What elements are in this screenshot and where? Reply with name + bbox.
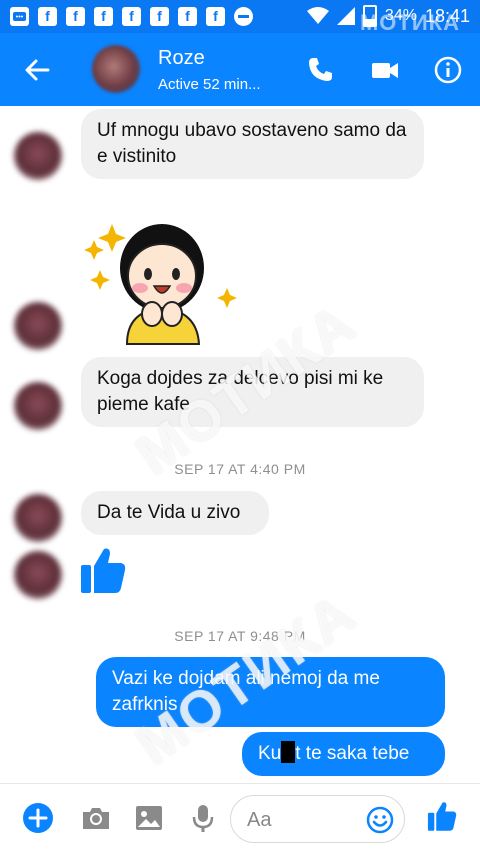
contact-avatar [14,551,62,599]
facebook-icon: f [38,7,57,26]
message-list[interactable]: Uf mnogu ubavo sostaveno samo da e visti… [0,106,480,783]
clock: 18:41 [424,5,470,26]
battery-level: 34% [384,7,417,24]
wifi-icon [306,7,329,24]
contact-status: Active 52 min... [158,76,261,93]
contact-avatar[interactable] [92,45,140,93]
thumbs-up-send-icon[interactable] [426,800,458,832]
message-bubble-incoming[interactable]: Uf mnogu ubavo sostaveno samo da e visti… [81,109,424,179]
do-not-disturb-icon [234,7,253,26]
emoji-icon[interactable] [366,806,394,834]
message-bubble-outgoing[interactable]: Vazi ke dojdam ali nemoj da me zafrknis [96,657,445,727]
video-call-icon[interactable] [370,55,400,85]
chat-notification-icon [10,7,29,26]
back-arrow-icon[interactable] [22,55,52,85]
info-icon[interactable] [433,55,463,85]
camera-icon[interactable] [80,802,112,834]
message-input[interactable] [245,806,359,834]
system-indicators: 34% 18:41 [306,5,470,27]
notification-icons: f f f f f f f [10,7,253,26]
facebook-icon: f [150,7,169,26]
message-composer [0,783,480,854]
facebook-icon: f [66,7,85,26]
message-bubble-incoming[interactable]: Da te Vida u zivo [81,491,269,535]
contact-avatar [14,302,62,350]
gallery-icon[interactable] [133,802,165,834]
battery-icon [362,5,377,27]
message-text-part: t te saka tebe [295,743,410,764]
girl-cheering-sticker[interactable] [82,196,242,346]
contact-avatar [14,382,62,430]
contact-avatar [14,132,62,180]
message-bubble-incoming[interactable]: Koga dojdes za delcevo pisi mi ke pieme … [81,357,424,427]
microphone-icon[interactable] [187,802,219,834]
facebook-icon: f [122,7,141,26]
phone-call-icon[interactable] [305,55,335,85]
contact-avatar [14,494,62,542]
message-bubble-outgoing[interactable]: Ku t te saka tebe [242,732,445,776]
facebook-icon: f [178,7,197,26]
thumbs-up-icon[interactable] [80,545,126,595]
facebook-icon: f [94,7,113,26]
status-bar: f f f f f f f МОТИКА 34% 18:41 [0,0,480,35]
contact-name[interactable]: Roze [158,47,205,70]
message-timestamp: SEP 17 AT 9:48 PM [174,628,306,644]
facebook-icon: f [206,7,225,26]
message-input-container[interactable] [230,795,405,843]
signal-icon [336,7,355,25]
redaction-block [281,741,296,763]
message-timestamp: SEP 17 AT 4:40 PM [174,461,306,477]
conversation-header: Roze Active 52 min... [0,33,480,106]
message-text-part: Ku [258,743,282,764]
add-plus-icon[interactable] [22,802,54,834]
